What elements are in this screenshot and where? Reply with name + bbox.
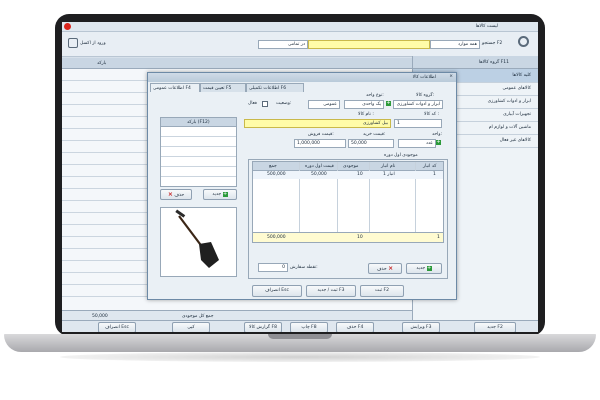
status-select[interactable]: عمومی [308,100,340,109]
unit-type-select[interactable]: یک واحدی [344,100,384,109]
barcode-add-button[interactable]: جدید + [203,189,237,200]
cancel-button[interactable]: انصراف Esc [252,285,302,297]
save-button[interactable]: ثبت F2 [360,285,404,297]
item-image [160,207,237,277]
unit-type-label: نوع واحد: [366,93,384,98]
tab-pricing[interactable]: تعیین قیمت F5 [200,83,246,92]
barcode-header: بارکد (F12) [187,120,210,125]
search-label: جستجو F2 [482,41,503,46]
name-input[interactable]: بیل کشاورزی [244,119,391,128]
barcode-remove-button[interactable]: × حذف [160,189,192,200]
sell-price-input[interactable]: 1,000,000 [294,139,346,148]
screen: لیست کالاها ورود از اکسل در تمامی همه مو… [62,22,538,332]
barcode-table: بارکد (F12) [160,117,237,187]
stock-title: موجودی اول دوره [384,153,418,158]
window-title: لیست کالاها [475,24,498,29]
delete-icon: × [167,191,173,198]
add-icon: + [222,191,228,197]
close-icon[interactable] [64,23,71,30]
buy-price-label: قیمت خرید: [363,132,386,137]
add-group-icon[interactable]: + [386,101,391,106]
category-header: گروه کالاها F11 [413,56,538,69]
unit-label: واحد: [432,132,443,137]
print-button[interactable]: چاپ F8 [290,322,328,332]
name-label: نام کالا : [358,112,374,117]
report-button[interactable]: گزارش کالا F8 [244,322,282,332]
search-icon[interactable] [518,36,529,47]
sell-price-label: قیمت فروش: [308,132,334,137]
code-input[interactable]: 1 [394,119,442,128]
group-select[interactable]: ابزار و ادوات کشاورزی [393,100,443,109]
dialog-title-bar: اطلاعات کالا × [148,73,456,82]
active-checkbox[interactable] [262,101,268,107]
search-input[interactable] [308,40,430,49]
save-new-button[interactable]: ثبت / جدید F3 [306,285,356,297]
tab-general[interactable]: اطلاعات عمومی F4 [150,83,200,92]
add-icon: + [426,265,432,271]
stock-summary: 1 10 500,000 [253,232,443,242]
tab-extra[interactable]: اطلاعات تکمیلی F6 [246,83,304,92]
new-button[interactable]: جدید F2 [474,322,516,332]
order-point-input[interactable]: 0 [258,263,288,272]
shovel-icon [175,209,219,268]
add-unit-icon[interactable]: + [436,140,441,145]
bottom-toolbar: انصراف Esc کپی گزارش کالا F8 چاپ F8 حذف … [62,320,538,332]
dialog-close-icon[interactable]: × [449,74,453,79]
search-scope-select[interactable]: همه موارد [430,40,480,49]
excel-import-button[interactable]: ورود از اکسل [80,41,106,46]
delete-button[interactable]: حذف F4 [336,322,374,332]
buy-price-input[interactable]: 50,000 [348,139,394,148]
grid-header: بارکد [62,58,412,69]
exit-button[interactable]: انصراف Esc [98,322,136,332]
item-dialog: اطلاعات کالا × اطلاعات عمومی F4 تعیین قی… [147,72,457,300]
copy-button[interactable]: کپی [172,322,210,332]
stock-row[interactable]: 1 انبار 1 10 50,000 500,000 [253,171,443,179]
laptop-shadow [60,352,540,362]
search-toolbar: ورود از اکسل در تمامی همه موارد جستجو F2 [62,32,538,57]
window-title-bar: لیست کالاها [62,22,538,32]
stock-add-button[interactable]: جدید + [406,263,442,274]
status-label: وضعیت: [276,101,292,106]
stock-remove-button[interactable]: حذف × [368,263,402,274]
search-filter-select[interactable]: در تمامی [258,40,308,49]
group-label: گروه کالا: [416,93,435,98]
laptop-notch [268,334,332,339]
unit-select[interactable]: عدد [398,139,436,148]
dialog-title: اطلاعات کالا [412,75,436,80]
settings-icon[interactable] [68,38,78,48]
delete-icon: × [388,265,394,272]
dialog-tabs: اطلاعات عمومی F4 تعیین قیمت F5 اطلاعات ت… [148,83,308,92]
code-label: کد کالا : [424,112,439,117]
grid-header-barcode: بارکد [97,61,107,66]
edit-button[interactable]: ویرایش F3 [402,322,440,332]
order-point-label: نقطه سفارش: [290,265,318,270]
stock-table: کد انبار نام انبار موجودی قیمت اول دوره … [252,161,444,243]
active-label: فعال [248,101,257,106]
